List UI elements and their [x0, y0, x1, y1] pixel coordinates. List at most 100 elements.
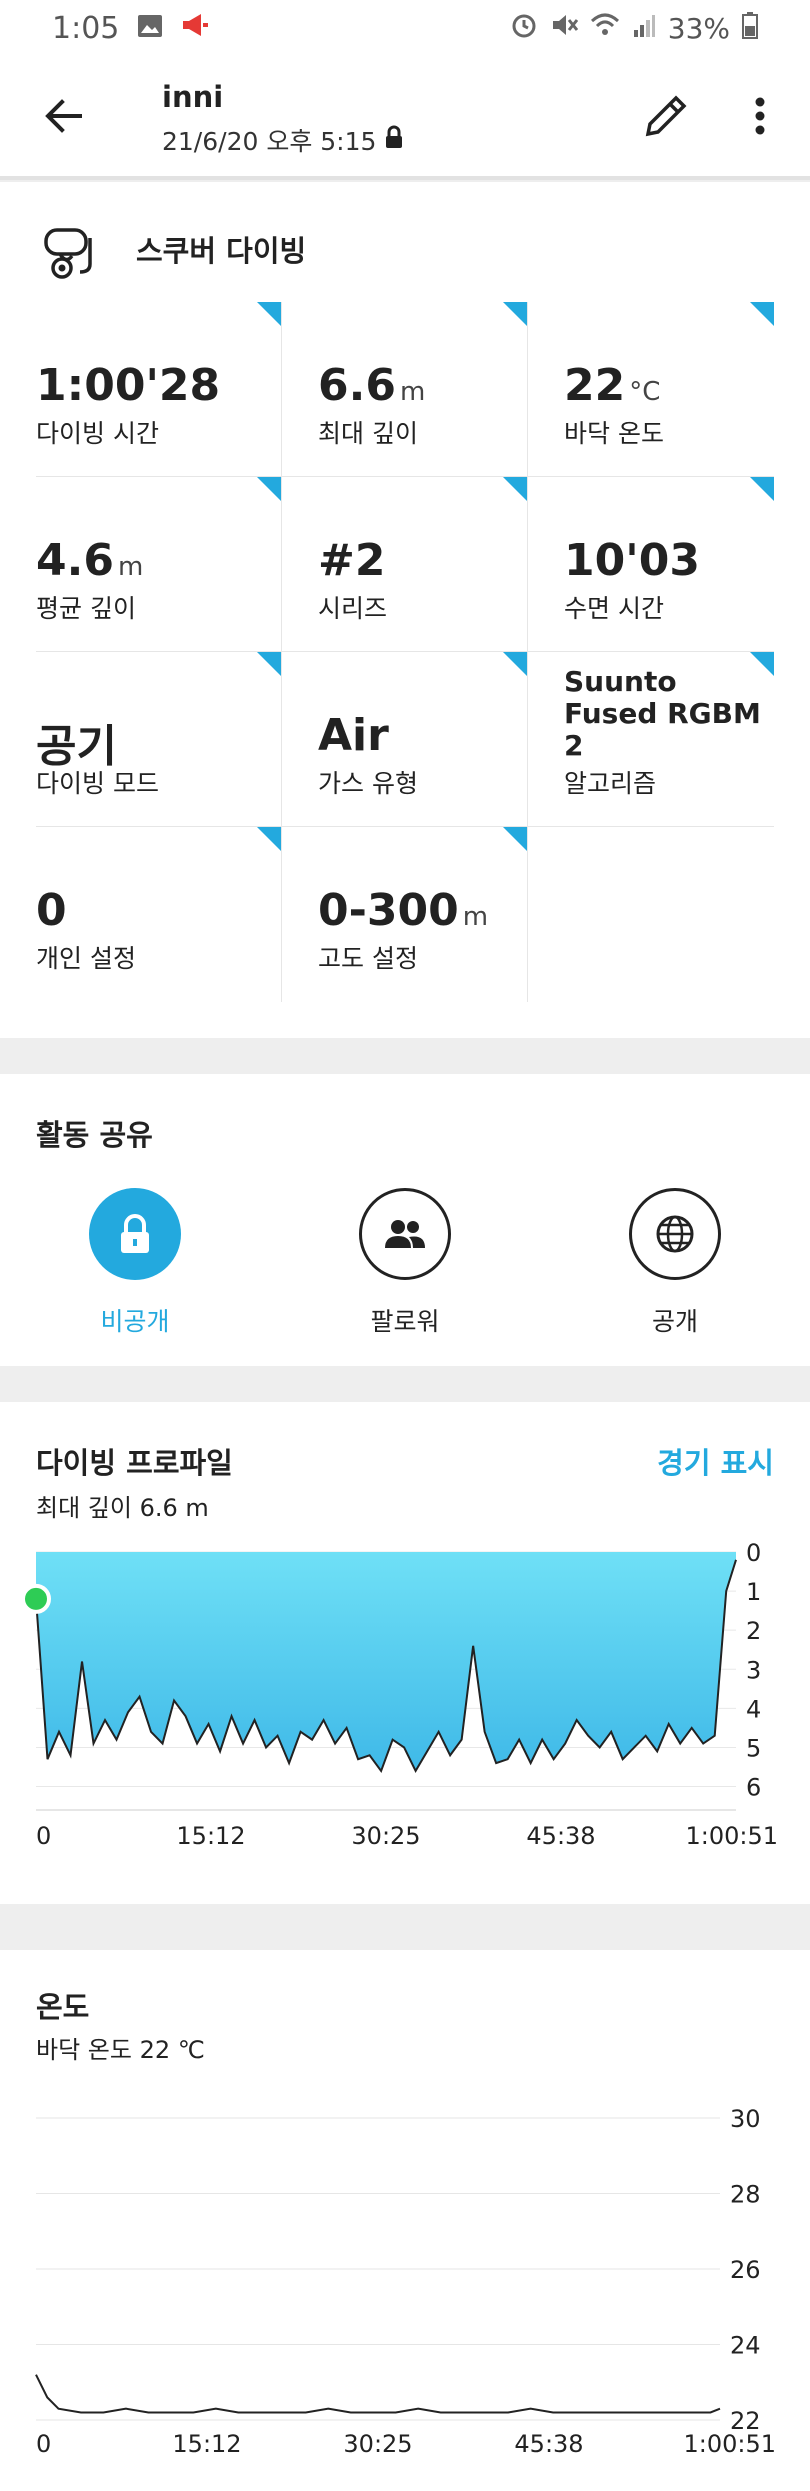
wifi-icon	[590, 12, 620, 45]
pencil-icon[interactable]	[636, 86, 696, 146]
stat-label: 다이빙 시간	[36, 419, 159, 448]
x-tick-label: 15:12	[172, 2430, 241, 2458]
share-option-label: 비공개	[100, 1307, 170, 1336]
y-tick-label: 24	[730, 2332, 761, 2360]
stat-value: 10'03	[564, 535, 700, 586]
mute-icon	[550, 11, 578, 46]
image-icon	[137, 11, 163, 46]
x-tick-label: 1:00:51	[683, 2430, 776, 2458]
share-title: 활동 공유	[36, 1118, 153, 1152]
stat-label: 최대 깊이	[318, 419, 418, 448]
corner-marker	[257, 302, 281, 326]
stat-surface-time[interactable]: 10'03 수면 시간	[528, 477, 774, 652]
y-tick-label: 3	[746, 1656, 761, 1684]
page-title: inni	[162, 80, 224, 114]
app-bar: inni 21/6/20 오후 5:15	[0, 56, 810, 180]
corner-marker	[503, 302, 527, 326]
lock-icon	[384, 125, 404, 155]
alarm-icon	[510, 11, 538, 46]
temperature-card: 온도 바닥 온도 22 ℃ 30 28 26 24 22 0 15:12 30:25 45:38…	[0, 1950, 810, 2491]
megaphone-icon	[181, 11, 209, 46]
stat-gas-type[interactable]: Air 가스 유형	[282, 652, 528, 827]
temperature-line	[35, 2374, 721, 2414]
stat-label: 시리즈	[318, 594, 388, 623]
corner-marker	[257, 652, 281, 676]
corner-marker	[257, 477, 281, 501]
summary-card: 스쿠버 다이빙 1:00'28 다이빙 시간 6.6 m 최대 깊이 22 °C 바…	[0, 182, 810, 1038]
scuba-mask-icon	[40, 220, 104, 284]
lock-icon	[89, 1188, 181, 1280]
status-time: 1:05	[52, 10, 120, 46]
y-tick-label: 6	[746, 1774, 761, 1802]
stat-personal-setting[interactable]: 0 개인 설정	[36, 827, 282, 1002]
x-tick-label: 30:25	[343, 2430, 412, 2458]
share-card: 활동 공유 비공개 팔로워 공개	[0, 1074, 810, 1366]
stat-max-depth[interactable]: 6.6 m 최대 깊이	[282, 302, 528, 477]
stat-value: 1:00'28	[36, 360, 221, 411]
dive-profile-card: 다이빙 프로파일 경기 표시 최대 깊이 6.6 m 0 1 2 3 4 5 6 0 15:12…	[0, 1402, 810, 1904]
back-arrow-icon[interactable]	[36, 88, 92, 144]
dive-start-marker	[21, 1583, 51, 1614]
battery-percent: 33%	[667, 11, 730, 45]
share-option-private[interactable]: 비공개	[55, 1188, 215, 1338]
corner-marker	[750, 302, 774, 326]
stat-value: 0	[36, 885, 67, 936]
share-option-public[interactable]: 공개	[595, 1188, 755, 1338]
y-tick-label: 4	[746, 1695, 761, 1723]
temperature-chart[interactable]: 30282624220 15:12 30:25 45:38 1:00:51	[0, 1950, 810, 2491]
y-tick-label: 2	[746, 1617, 761, 1645]
people-icon	[359, 1188, 451, 1280]
battery-icon	[742, 11, 758, 46]
x-tick-label: 0	[36, 1822, 51, 1850]
x-tick-label: 1:00:51	[685, 1822, 778, 1850]
y-tick-label: 5	[746, 1734, 761, 1762]
stat-label: 고도 설정	[318, 944, 418, 973]
stat-dive-mode[interactable]: 공기 다이빙 모드	[36, 652, 282, 827]
stats-grid: 1:00'28 다이빙 시간 6.6 m 최대 깊이 22 °C 바닥 온도 4.6…	[36, 302, 774, 1002]
y-tick-label: 26	[730, 2256, 761, 2284]
datetime-text: 21/6/20 오후 5:15	[162, 127, 377, 156]
corner-marker	[503, 477, 527, 501]
corner-marker	[750, 477, 774, 501]
share-option-label: 팔로워	[370, 1307, 440, 1336]
stat-value: Air	[318, 710, 389, 761]
activity-datetime: 21/6/20 오후 5:15	[162, 122, 404, 158]
stat-value: 4.6 m	[36, 535, 144, 586]
x-tick-label: 15:12	[176, 1822, 245, 1850]
x-tick-label: 45:38	[526, 1822, 595, 1850]
corner-marker	[503, 652, 527, 676]
stat-label: 바닥 온도	[564, 419, 664, 448]
stat-value: #2	[318, 535, 386, 586]
y-tick-label: 30	[730, 2105, 761, 2133]
signal-icon	[632, 12, 656, 45]
share-option-label: 공개	[651, 1307, 698, 1336]
stat-avg-depth[interactable]: 4.6 m 평균 깊이	[36, 477, 282, 652]
y-tick-label: 0	[746, 1539, 761, 1567]
corner-marker	[257, 827, 281, 851]
corner-marker	[503, 827, 527, 851]
y-tick-label: 1	[746, 1578, 761, 1606]
share-option-followers[interactable]: 팔로워	[325, 1188, 485, 1338]
stat-series[interactable]: #2 시리즈	[282, 477, 528, 652]
stat-label: 가스 유형	[318, 769, 418, 798]
stat-bottom-temp[interactable]: 22 °C 바닥 온도	[528, 302, 774, 477]
x-tick-label: 45:38	[514, 2430, 583, 2458]
stat-algorithm[interactable]: Suunto Fused RGBM 2 알고리즘	[528, 652, 774, 827]
stat-label: 알고리즘	[564, 769, 657, 798]
stat-value: Suunto Fused RGBM 2	[564, 665, 761, 762]
stat-dive-time[interactable]: 1:00'28 다이빙 시간	[36, 302, 282, 477]
status-bar: 1:05 33%	[0, 0, 810, 56]
sport-name: 스쿠버 다이빙	[136, 234, 307, 268]
depth-area	[36, 1552, 736, 1771]
stat-altitude-setting[interactable]: 0-300 m 고도 설정	[282, 827, 528, 1002]
stat-value: 22 °C	[564, 360, 661, 411]
stat-label: 수면 시간	[564, 594, 664, 623]
stat-label: 평균 깊이	[36, 594, 136, 623]
x-tick-label: 30:25	[351, 1822, 420, 1850]
stat-label: 개인 설정	[36, 944, 136, 973]
more-vert-icon[interactable]	[748, 86, 772, 146]
y-tick-label: 28	[730, 2181, 761, 2209]
globe-icon	[629, 1188, 721, 1280]
dive-profile-chart[interactable]: 0 1 2 3 4 5 6 0 15:12 30:25 45:38 1:00:51	[0, 1402, 810, 1904]
stat-label: 다이빙 모드	[36, 769, 159, 798]
